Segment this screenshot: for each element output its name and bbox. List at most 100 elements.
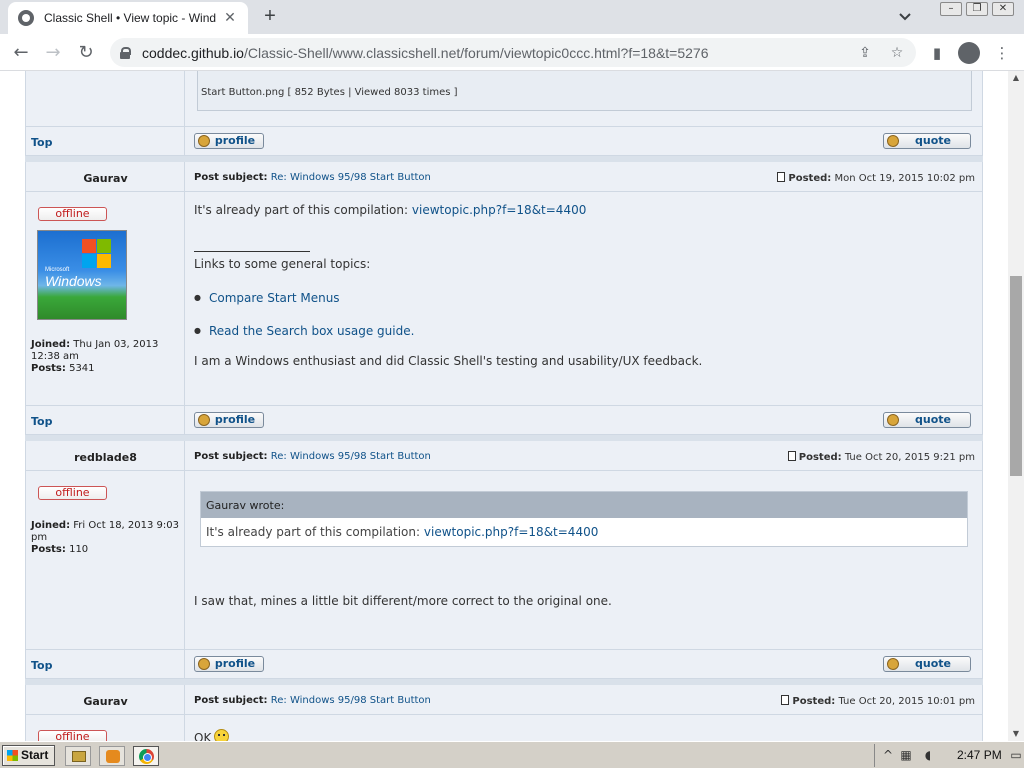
url-text: coddec.github.io/Classic-Shell/www.class… [142, 45, 709, 61]
compilation-link[interactable]: viewtopic.php?f=18&t=4400 [412, 203, 586, 217]
post-body: offline Microsoft Windows Joined: Thu Ja… [25, 192, 983, 405]
post-subject-link[interactable]: Re: Windows 95/98 Start Button [271, 172, 431, 183]
post-subject: Post subject: Re: Windows 95/98 Start Bu… [194, 451, 431, 462]
bookmark-star-icon[interactable]: ☆ [889, 45, 905, 61]
window-controls: – ❐ ✕ [940, 2, 1014, 16]
signature-divider [194, 251, 310, 252]
clock[interactable]: 2:47 PM [957, 748, 1002, 762]
profile-icon [198, 414, 210, 426]
quote-link[interactable]: viewtopic.php?f=18&t=4400 [424, 525, 598, 539]
post-text: OK [194, 729, 230, 741]
post-subject: Post subject: Re: Windows 95/98 Start Bu… [194, 695, 431, 706]
post-footer: Top profile quote [25, 649, 983, 679]
post-text: It's already part of this compilation: v… [194, 203, 587, 217]
volume-icon[interactable]: ◖ [921, 748, 935, 762]
attachment-caption: Start Button.png [ 852 Bytes | Viewed 80… [201, 87, 458, 98]
address-bar[interactable]: coddec.github.io/Classic-Shell/www.class… [110, 38, 916, 67]
signature-link-compare[interactable]: Compare Start Menus [194, 291, 340, 305]
profile-button[interactable]: profile [194, 133, 264, 149]
browser-tab[interactable]: Classic Shell • View topic - Windows 95/… [8, 2, 248, 34]
post-body: offline Joined: Fri Oct 18, 2013 9:03 pm… [25, 471, 983, 649]
back-arrow-icon[interactable]: ← [8, 40, 34, 66]
profile-button-label: profile [214, 134, 256, 147]
restore-button[interactable]: ❐ [966, 2, 988, 16]
tab-title: Classic Shell • View topic - Windows 95/… [44, 11, 216, 25]
quote-icon [887, 658, 899, 670]
share-icon[interactable]: ⇪ [857, 45, 873, 61]
media-player-icon [106, 750, 120, 763]
taskbar: Start ^ ▦ ◖ 2:47 PM ▭ [0, 741, 1024, 768]
post-subject-link[interactable]: Re: Windows 95/98 Start Button [271, 695, 431, 706]
new-tab-button[interactable]: + [258, 5, 282, 29]
taskbar-explorer[interactable] [65, 746, 91, 766]
post-profile: offline Microsoft Windows Joined: Thu Ja… [26, 192, 185, 405]
post-page-icon [781, 695, 790, 705]
profile-button[interactable]: profile [194, 656, 264, 672]
page-scrollbar[interactable]: ▲ ▼ [1008, 71, 1024, 741]
folder-icon [72, 751, 86, 762]
scroll-up-icon[interactable]: ▲ [1008, 71, 1024, 85]
status-badge: offline [38, 207, 107, 221]
notification-icon[interactable]: ▭ [1009, 748, 1023, 762]
taskbar-chrome[interactable] [133, 746, 159, 766]
scroll-thumb[interactable] [1010, 276, 1022, 476]
signature-intro: Links to some general topics: [194, 257, 371, 271]
forward-arrow-icon[interactable]: → [40, 40, 66, 66]
post-subject: Post subject: Re: Windows 95/98 Start Bu… [194, 172, 431, 183]
minimize-button[interactable]: – [940, 2, 962, 16]
tab-search-chevron-icon[interactable] [896, 8, 914, 26]
quote-button[interactable]: quote [883, 656, 971, 672]
tab-close-icon[interactable]: ✕ [222, 10, 238, 26]
url-host: coddec.github.io [142, 44, 244, 61]
chrome-icon [139, 749, 154, 764]
quote-button[interactable]: quote [883, 133, 971, 149]
post-header: Gaurav Post subject: Re: Windows 95/98 S… [25, 685, 983, 715]
taskbar-media-player[interactable] [99, 746, 125, 766]
signature-text: I am a Windows enthusiast and did Classi… [194, 354, 703, 368]
post-profile: offline Joined: Fri Oct 18, 2013 9:03 pm… [26, 471, 185, 649]
scroll-down-icon[interactable]: ▼ [1008, 727, 1024, 741]
status-badge: offline [38, 486, 107, 500]
profile-button[interactable]: profile [194, 412, 264, 428]
quote-text: It's already part of this compilation: v… [206, 525, 599, 539]
top-link[interactable]: Top [31, 136, 52, 149]
post-subject-link[interactable]: Re: Windows 95/98 Start Button [271, 451, 431, 462]
quote-button[interactable]: quote [883, 412, 971, 428]
post-author[interactable]: Gaurav [26, 695, 185, 708]
post-footer: Top profile quote [25, 405, 983, 435]
page-viewport: Start Button.png [ 852 Bytes | Viewed 80… [0, 71, 1008, 741]
url-path: /Classic-Shell/www.classicshell.net/foru… [243, 44, 709, 61]
reload-icon[interactable]: ↻ [73, 40, 99, 66]
system-tray: ^ ▦ ◖ 2:47 PM ▭ [874, 744, 1024, 767]
tray-expand-icon[interactable]: ^ [881, 748, 895, 762]
quote-author: Gaurav wrote: [201, 492, 967, 518]
quote-button-label: quote [915, 134, 951, 147]
close-window-button[interactable]: ✕ [992, 2, 1014, 16]
profile-avatar-icon[interactable] [958, 42, 980, 64]
post-page-icon [777, 172, 786, 182]
tab-strip: Classic Shell • View topic - Windows 95/… [0, 0, 1024, 34]
start-button[interactable]: Start [2, 745, 55, 766]
site-favicon-icon [18, 10, 34, 26]
network-icon[interactable]: ▦ [899, 748, 913, 762]
menu-kebab-icon[interactable]: ⋮ [992, 43, 1012, 63]
quote-icon [887, 135, 899, 147]
post-author[interactable]: redblade8 [26, 451, 185, 464]
post-author[interactable]: Gaurav [26, 172, 185, 185]
post-date: Posted: Mon Oct 19, 2015 10:02 pm [777, 172, 975, 184]
top-link[interactable]: Top [31, 415, 52, 428]
top-link[interactable]: Top [31, 659, 52, 672]
post-body: offline OK [25, 715, 983, 741]
profile-icon [198, 135, 210, 147]
smiley-icon [214, 729, 230, 741]
profile-icon [198, 658, 210, 670]
status-badge: offline [38, 730, 107, 741]
lock-icon[interactable] [120, 46, 131, 59]
quote-icon [887, 414, 899, 426]
windows-logo-icon [82, 239, 112, 269]
browser-toolbar: ← → ↻ coddec.github.io/Classic-Shell/www… [0, 34, 1024, 71]
post-page-icon [787, 451, 796, 461]
signature-link-search[interactable]: Read the Search box usage guide. [194, 324, 414, 338]
side-panel-icon[interactable]: ▮ [927, 43, 947, 63]
post-profile: offline [26, 715, 185, 741]
